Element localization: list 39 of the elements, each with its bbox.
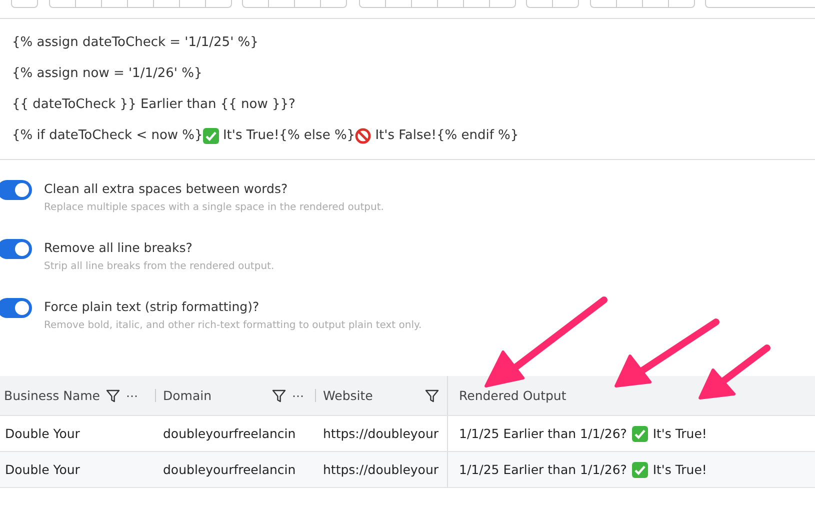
code-text: {{ dateToCheck }} Earlier than {{ now }}? — [12, 97, 296, 112]
option-hint: Strip all line breaks from the rendered output. — [44, 261, 274, 272]
toggle-switch[interactable] — [0, 298, 32, 318]
table-cell-text: It's True! — [652, 426, 707, 441]
code-text: {% if dateToCheck < now %} — [12, 128, 203, 143]
check-mark-icon — [632, 426, 648, 442]
column-header[interactable]: Domain — [163, 388, 212, 403]
table-cell: doubleyourfreelancin — [163, 426, 296, 441]
code-text: {% assign now = '1/1/26' %} — [12, 66, 202, 81]
column-menu[interactable]: ⋯ — [126, 388, 138, 402]
filter-icon[interactable] — [425, 388, 439, 402]
code-text: It's False!{% endif %} — [374, 128, 519, 143]
option-label: Force plain text (strip formatting)? — [44, 299, 260, 314]
option-hint: Replace multiple spaces with a single space in the rendered output. — [44, 202, 384, 213]
table-cell: Double Your — [5, 462, 80, 477]
option-hint: Remove bold, italic, and other rich-text formatting to output plain text only. — [44, 320, 422, 331]
template-editor[interactable]: {% assign dateToCheck = '1/1/25' %} {% assign now = '1/1/26' %} {{ dateToCheck }} Earlier than {{ now }}? {% if dateToCheck < now %} It's True!{% else %} It's False!{% endif %} — [0, 19, 815, 160]
table-cell: Double Your — [5, 426, 80, 441]
option-label: Clean all extra spaces between words? — [44, 181, 289, 196]
column-header[interactable]: Business Name — [4, 388, 100, 403]
table-cell: doubleyourfreelancin — [163, 462, 296, 477]
column-header[interactable]: Rendered Output — [459, 388, 566, 403]
filter-icon[interactable] — [272, 388, 286, 402]
column-header[interactable]: Website — [323, 388, 373, 403]
table-cell: https://doubleyour — [323, 462, 439, 477]
code-text: It's True!{% else %} — [222, 128, 356, 143]
column-menu[interactable]: ⋯ — [292, 388, 304, 402]
table-cell-text: 1/1/25 Earlier than 1/1/26? — [459, 462, 628, 477]
table-cell-text: It's True! — [652, 462, 707, 477]
prohibited-icon — [355, 128, 372, 144]
code-text: {% assign dateToCheck = '1/1/25' %} — [12, 35, 258, 50]
toggle-switch[interactable] — [0, 239, 32, 259]
table-cell-text: 1/1/25 Earlier than 1/1/26? — [459, 426, 628, 441]
table-cell: https://doubleyour — [323, 426, 439, 441]
option-label: Remove all line breaks? — [44, 240, 194, 255]
check-mark-icon — [632, 462, 648, 478]
filter-icon[interactable] — [106, 388, 120, 402]
toggle-switch[interactable] — [0, 180, 32, 200]
check-mark-icon — [202, 128, 219, 144]
